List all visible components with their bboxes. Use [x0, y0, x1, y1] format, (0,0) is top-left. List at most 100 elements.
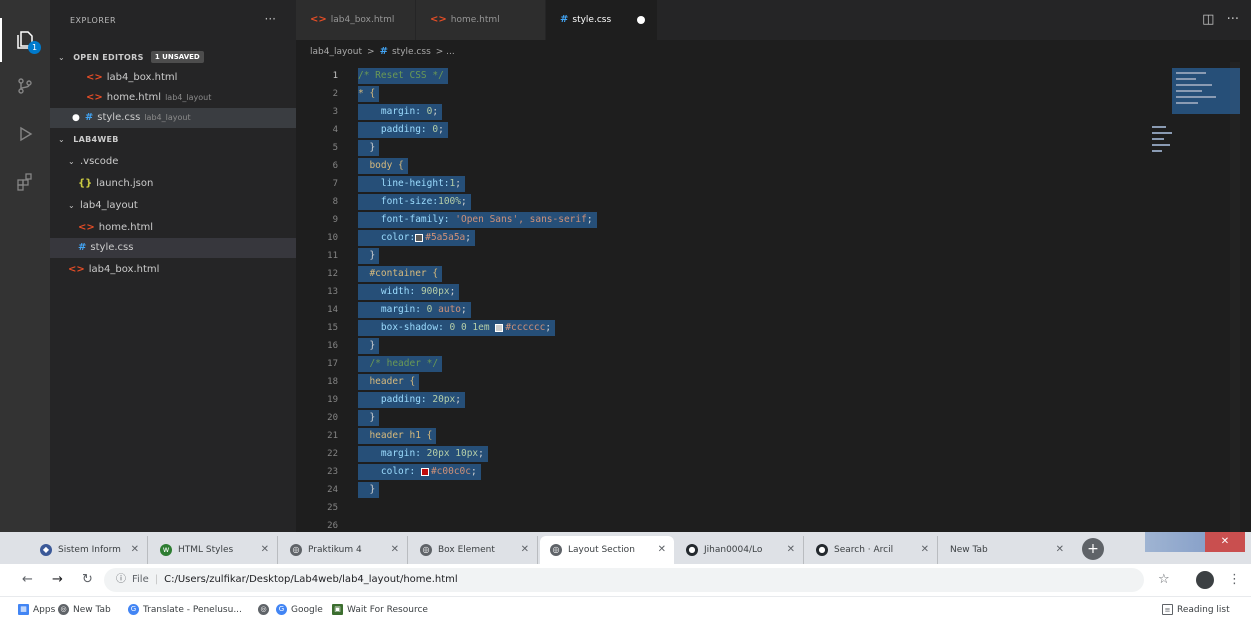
code-line-10[interactable]: color: #5a5a5a;: [358, 230, 475, 246]
folder-lab4-layout[interactable]: ⌄ lab4_layout: [50, 196, 296, 216]
code-line-21[interactable]: header h1 {: [358, 428, 437, 444]
code-line-18[interactable]: header {: [358, 374, 420, 390]
globe-icon: ◎: [58, 604, 69, 615]
color-swatch[interactable]: [420, 467, 429, 476]
source-control-icon[interactable]: [0, 64, 50, 108]
code-punc: ;: [449, 286, 456, 297]
split-editor-icon[interactable]: ◫: [1202, 12, 1214, 27]
file-style-css[interactable]: # style.css: [50, 238, 296, 258]
folder-vscode[interactable]: ⌄ .vscode: [50, 152, 296, 172]
file-home-html[interactable]: <> home.html: [50, 218, 296, 238]
close-tab-icon[interactable]: ✕: [391, 536, 399, 564]
code-line-4[interactable]: padding: 0;: [358, 122, 448, 138]
browser-toolbar: ← → ↻ ⓘ File | C:/Users/zulfikar/Desktop/La…: [0, 564, 1251, 596]
tab-home-html[interactable]: <> home.html: [416, 0, 546, 40]
address-bar[interactable]: ⓘ File | C:/Users/zulfikar/Desktop/Lab4web/…: [104, 568, 1144, 592]
reload-icon[interactable]: ↻: [82, 572, 93, 587]
code-punc: ;: [432, 106, 439, 117]
code-line-16[interactable]: }: [358, 338, 380, 354]
color-swatch[interactable]: [415, 233, 424, 242]
code-line-11[interactable]: }: [358, 248, 380, 264]
browser-tab-label: Sistem Inform: [58, 545, 121, 555]
browser-tab[interactable]: ◎ Praktikum 4 ✕: [280, 536, 408, 564]
code-line-17[interactable]: /* header */: [358, 356, 443, 372]
unsaved-dot-icon[interactable]: [637, 16, 645, 24]
open-editor-item[interactable]: <> lab4_box.html: [50, 68, 296, 88]
code-line-13[interactable]: width: 900px;: [358, 284, 460, 300]
browser-tab[interactable]: ◆ Sistem Inform ✕: [30, 536, 148, 564]
browser-tab[interactable]: New Tab ✕: [940, 536, 1072, 564]
bookmark-apps[interactable]: ▦ Apps: [18, 604, 55, 615]
sidebar-more-icon[interactable]: ···: [265, 12, 276, 26]
code-line-14[interactable]: margin: 0 auto;: [358, 302, 471, 318]
close-tab-icon[interactable]: ✕: [1056, 536, 1064, 564]
code-line-20[interactable]: }: [358, 410, 380, 426]
code-line-23[interactable]: color: #c00c0c;: [358, 464, 481, 480]
close-tab-icon[interactable]: ✕: [521, 536, 529, 564]
code-line-6[interactable]: body {: [358, 158, 408, 174]
workspace-title: LAB4WEB: [73, 135, 119, 144]
browser-tab-active[interactable]: ◎ Layout Section ✕: [540, 536, 674, 564]
code-line-12[interactable]: #container {: [358, 266, 443, 282]
code-line-7[interactable]: line-height:1;: [358, 176, 465, 192]
profile-avatar[interactable]: [1196, 571, 1214, 589]
open-editor-item-active[interactable]: ● # style.css lab4_layout: [50, 108, 296, 128]
minimap[interactable]: [1144, 62, 1240, 532]
breadcrumb-folder[interactable]: lab4_layout: [310, 47, 362, 57]
bookmark-unnamed[interactable]: ◎: [258, 604, 273, 615]
code-punc: ;: [586, 214, 593, 225]
browser-tab[interactable]: ● Search · Arcil ✕: [806, 536, 938, 564]
chrome-menu-icon[interactable]: ⋮: [1228, 572, 1241, 587]
code-punc: ;: [455, 394, 462, 405]
file-lab4-box-html[interactable]: <> lab4_box.html: [50, 260, 296, 280]
window-close-button[interactable]: ✕: [1205, 532, 1245, 552]
browser-tab[interactable]: ● Jihan0004/Lo ✕: [676, 536, 804, 564]
code-line-5[interactable]: }: [358, 140, 380, 156]
code-line-1[interactable]: /* Reset CSS */: [358, 68, 448, 84]
files-icon[interactable]: 1: [0, 18, 50, 62]
new-tab-button[interactable]: +: [1082, 538, 1104, 560]
open-editor-item[interactable]: <> home.html lab4_layout: [50, 88, 296, 108]
reading-list[interactable]: ≡ Reading list: [1162, 604, 1230, 615]
code-line-15[interactable]: box-shadow: 0 0 1em #cccccc;: [358, 320, 556, 336]
code-line-22[interactable]: margin: 20px 10px;: [358, 446, 488, 462]
code-line-24[interactable]: }: [358, 482, 380, 498]
breadcrumb-file[interactable]: style.css: [392, 47, 431, 57]
back-icon[interactable]: ←: [22, 572, 33, 587]
bookmark-translate[interactable]: G Translate - Penelusu...: [128, 604, 242, 615]
bookmark-new-tab[interactable]: ◎ New Tab: [58, 604, 111, 615]
more-actions-icon[interactable]: ···: [1227, 12, 1239, 27]
browser-tab[interactable]: w HTML Styles ✕: [150, 536, 278, 564]
code-line-8[interactable]: font-size:100%;: [358, 194, 471, 210]
open-editors-header[interactable]: ⌄ OPEN EDITORS 1 UNSAVED: [50, 48, 296, 68]
code-line-2[interactable]: * {: [358, 86, 380, 102]
breadcrumb-separator: >: [367, 47, 375, 57]
forward-icon[interactable]: →: [52, 572, 63, 587]
line-number: 1: [332, 71, 338, 81]
browser-tab[interactable]: ◎ Box Element ✕: [410, 536, 538, 564]
code-line-19[interactable]: padding: 20px;: [358, 392, 466, 408]
code-editor[interactable]: 1 2 3 4 5 6 7 8 9 10 11 12 13 14 15 16 17 18 19 20 21 22 23 24 2…: [296, 62, 1136, 532]
window-controls: ✕: [1145, 532, 1245, 552]
color-swatch[interactable]: [495, 323, 504, 332]
info-icon[interactable]: ⓘ: [116, 574, 126, 585]
tab-style-css[interactable]: # style.css: [546, 0, 658, 40]
bookmark-wait-for-resource[interactable]: ▣ Wait For Resource: [332, 604, 428, 615]
bookmark-star-icon[interactable]: ☆: [1158, 572, 1170, 587]
breadcrumb-symbol[interactable]: > ...: [436, 47, 455, 57]
run-debug-icon[interactable]: [0, 112, 50, 156]
vertical-scrollbar[interactable]: [1230, 62, 1240, 532]
bookmark-google[interactable]: G Google: [276, 604, 323, 615]
file-launch-json[interactable]: {} launch.json: [50, 174, 296, 194]
close-tab-icon[interactable]: ✕: [921, 536, 929, 564]
tab-lab4-box-html[interactable]: <> lab4_box.html: [296, 0, 416, 40]
close-tab-icon[interactable]: ✕: [261, 536, 269, 564]
code-line-3[interactable]: margin: 0;: [358, 104, 443, 120]
close-tab-icon[interactable]: ✕: [658, 536, 666, 564]
close-tab-icon[interactable]: ✕: [131, 536, 139, 564]
workspace-header[interactable]: ⌄ LAB4WEB: [50, 130, 296, 150]
extensions-icon[interactable]: [0, 160, 50, 204]
code-punc: ;: [460, 196, 467, 207]
close-tab-icon[interactable]: ✕: [787, 536, 795, 564]
code-line-9[interactable]: font-family: 'Open Sans', sans-serif;: [358, 212, 597, 228]
